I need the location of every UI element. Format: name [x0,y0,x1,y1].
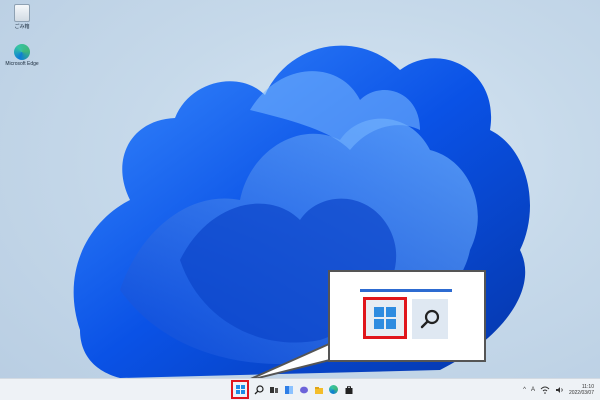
task-view-icon [269,386,278,393]
folder-icon [314,386,323,394]
system-tray: ^ A 11:10 2022/03/07 [523,379,594,400]
widgets-icon [284,385,293,394]
taskbar: ^ A 11:10 2022/03/07 [0,378,600,400]
search-button-zoomed[interactable] [412,299,448,339]
start-button-zoomed[interactable] [363,297,407,339]
widgets-button[interactable] [283,384,294,395]
desktop: ごみ箱 Microsoft Edge ^ A 11:10 2022/03/07 [0,0,600,400]
edge-button[interactable] [328,384,339,395]
zoom-callout [328,270,486,362]
ime-indicator[interactable]: A [531,387,535,393]
windows-logo-icon [374,307,396,329]
file-explorer-button[interactable] [313,384,324,395]
taskbar-pinned-apps [231,379,354,400]
clock-date: 2022/03/07 [568,389,594,396]
chat-button[interactable] [298,384,309,395]
search-button[interactable] [253,384,264,395]
callout-pointer [245,338,339,382]
store-button[interactable] [343,384,354,395]
chat-icon [299,386,308,393]
edge-icon [329,385,338,394]
callout-accent-bar [360,289,452,292]
start-button[interactable] [231,380,249,399]
volume-icon[interactable] [555,386,564,394]
tray-overflow-chevron[interactable]: ^ [523,387,526,393]
windows-logo-icon [235,385,245,394]
wifi-icon[interactable] [540,386,550,394]
store-icon [345,385,352,394]
search-icon [254,384,264,394]
task-view-button[interactable] [268,384,279,395]
search-icon [420,309,440,329]
clock[interactable]: 11:10 2022/03/07 [569,384,594,396]
